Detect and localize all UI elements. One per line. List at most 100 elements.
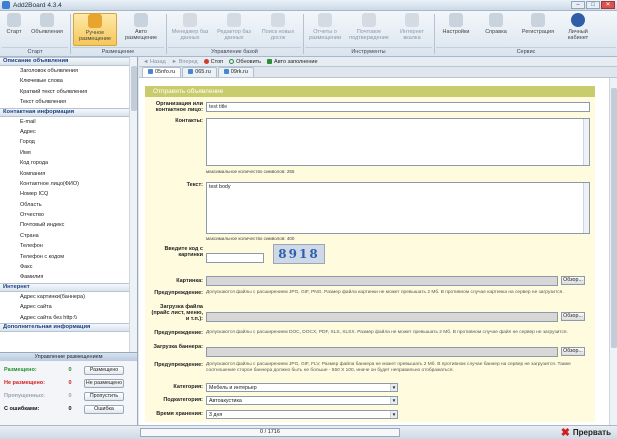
list-item[interactable]: Ключевые слова xyxy=(0,76,137,86)
refresh-icon xyxy=(229,58,235,64)
stop-button[interactable]: Стоп xyxy=(203,58,223,65)
list-item[interactable]: Адрес картинки(баннера) xyxy=(0,292,137,302)
tab-site-2[interactable]: 065.ru xyxy=(182,67,217,77)
warning3-text: Допускаются файлы с расширением JPG, GIF… xyxy=(206,362,571,373)
list-item[interactable]: Текст объявления xyxy=(0,97,137,107)
reports-icon xyxy=(318,13,332,27)
ribbon-manual-post-button[interactable]: Ручное размещение xyxy=(73,13,117,46)
warning1-label: Предупреждение: xyxy=(154,290,203,296)
chevron-down-icon: ▼ xyxy=(390,397,397,404)
list-item[interactable]: Заголовок объявления xyxy=(0,66,137,76)
list-item[interactable]: Отчество xyxy=(0,210,137,220)
storage-select[interactable]: 3 дня ▼ xyxy=(206,410,398,419)
site-favicon-icon xyxy=(148,69,153,75)
abort-button[interactable]: ✖ Прервать xyxy=(561,426,611,439)
back-button[interactable]: ◄ Назад xyxy=(143,59,166,65)
list-item[interactable]: Краткий текст объявления xyxy=(0,87,137,97)
app-icon xyxy=(2,1,10,9)
db-editor-icon xyxy=(227,13,241,27)
file-browse-button[interactable]: Обзор... xyxy=(561,312,585,321)
org-input[interactable]: test title xyxy=(206,102,590,112)
price-file-input[interactable] xyxy=(206,312,558,322)
list-item[interactable]: Контактное лицо(ФИО) xyxy=(0,179,137,189)
list-item[interactable]: Фамилия xyxy=(0,272,137,282)
ribbon-mail-confirm-button[interactable]: Почтовое подтверждение xyxy=(346,13,392,46)
posted-button[interactable]: Размещено xyxy=(84,365,124,375)
key-icon xyxy=(531,13,545,27)
banner-file-input[interactable] xyxy=(206,347,558,357)
ribbon-reports-button[interactable]: Отчеты о размещении xyxy=(306,13,344,46)
ribbon-account-button[interactable]: Личный кабинет xyxy=(564,13,592,46)
browser-scrollbar[interactable] xyxy=(609,78,617,425)
captcha-input[interactable] xyxy=(206,253,264,263)
ribbon-settings-button[interactable]: Настройки xyxy=(438,13,474,46)
maximize-button[interactable]: □ xyxy=(586,1,600,9)
status-row-skipped: Пропущенных: 0 Пропустить xyxy=(4,391,134,401)
browser-nav-bar: ◄ Назад ► Вперед Стоп Обновить Авто запо… xyxy=(139,57,617,67)
tab-site-3[interactable]: 09rk.ru xyxy=(217,67,254,77)
list-item[interactable]: E-mail xyxy=(0,117,137,127)
error-button[interactable]: Ошибка xyxy=(84,404,124,414)
warning3-label: Предупреждение: xyxy=(154,362,203,368)
ribbon-register-button[interactable]: Регистрация xyxy=(518,13,558,46)
list-item[interactable]: Имя xyxy=(0,148,137,158)
list-item[interactable]: Адрес сайта без http:\\ xyxy=(0,313,137,323)
ribbon-find-boards-button[interactable]: Поиск новых досок xyxy=(258,13,298,46)
subcategory-select[interactable]: Автоакустика ▼ xyxy=(206,396,398,405)
list-item[interactable]: Область xyxy=(0,200,137,210)
banner-browse-button[interactable]: Обзор... xyxy=(561,347,585,356)
ribbon-auto-post-button[interactable]: Авто размещение xyxy=(120,13,162,46)
ribbon-db-editor-button[interactable]: Редактор баз данных xyxy=(214,13,254,46)
list-item[interactable]: Факс xyxy=(0,262,137,272)
autofill-button[interactable]: Авто заполнение xyxy=(267,59,318,65)
image-label: Картинка: xyxy=(176,278,203,284)
forward-button[interactable]: ► Вперед xyxy=(172,59,198,65)
status-row-not-posted: Не размещено: 0 Не размещено xyxy=(4,378,124,388)
category-select[interactable]: Мебель и интерьер ▼ xyxy=(206,383,398,392)
contacts-label: Контакты: xyxy=(175,118,203,124)
text-textarea[interactable]: test body xyxy=(206,182,590,234)
close-button[interactable]: ✕ xyxy=(601,1,615,9)
list-item[interactable]: Телефон xyxy=(0,241,137,251)
ribbon-internet-tab-button[interactable]: Интернет вкалка xyxy=(394,13,430,46)
image-browse-button[interactable]: Обзор... xyxy=(561,276,585,285)
group-start: Старт xyxy=(2,47,68,56)
list-item[interactable]: Номер ICQ xyxy=(0,189,137,199)
contacts-textarea[interactable] xyxy=(206,118,590,166)
stop-icon xyxy=(203,58,209,64)
ribbon-ads-button[interactable]: Объявления xyxy=(27,13,67,46)
list-item[interactable]: Город xyxy=(0,137,137,147)
text-label: Текст: xyxy=(186,182,203,188)
section-contact-info[interactable]: Контактная информация⇑ xyxy=(0,107,137,117)
list-item[interactable]: Компания xyxy=(0,169,137,179)
list-item[interactable]: Адрес xyxy=(0,127,137,137)
close-icon: ✖ xyxy=(560,427,570,439)
file-label: Загрузка файла (прайс лист, меню, и т.п.… xyxy=(151,304,204,322)
db-manager-icon xyxy=(183,13,197,27)
list-item[interactable]: Адрес сайта xyxy=(0,302,137,312)
warning1-text: Допускаются файлы с расширением JPG, GIF… xyxy=(206,290,564,295)
form-header: Отправить объявление xyxy=(145,86,595,97)
list-item[interactable]: Код города xyxy=(0,158,137,168)
not-posted-button[interactable]: Не размещено xyxy=(84,378,124,388)
minimize-button[interactable]: – xyxy=(571,1,585,9)
chevron-down-icon: ▼ xyxy=(390,384,397,391)
captcha-image: 8918 xyxy=(273,244,325,264)
skip-button[interactable]: Пропустить xyxy=(84,391,124,401)
status-row-errors: С ошибками: 0 Ошибка xyxy=(4,404,134,414)
tab-site-1[interactable]: 05nfo.ru xyxy=(142,67,182,77)
sidebar-scrollbar[interactable] xyxy=(129,57,137,352)
section-additional-info[interactable]: Дополнительная информация⇑ xyxy=(0,322,137,332)
refresh-button[interactable]: Обновить xyxy=(229,59,261,65)
ribbon-db-manager-button[interactable]: Менеджер баз данных xyxy=(170,13,210,46)
ribbon-help-button[interactable]: Справка xyxy=(478,13,514,46)
list-item[interactable]: Почтовый индекс xyxy=(0,220,137,230)
list-item[interactable]: Телефон с кодом xyxy=(0,252,137,262)
ribbon-start-button[interactable]: Старт xyxy=(3,13,25,46)
warning2-text: Допускаются файлы с расширением DOC, DOC… xyxy=(206,330,568,335)
internet-icon xyxy=(405,13,419,27)
image-file-input[interactable] xyxy=(206,276,558,286)
section-internet[interactable]: Интернет⇑ xyxy=(0,282,137,292)
list-item[interactable]: Страна xyxy=(0,231,137,241)
section-ad-description[interactable]: Описание объявления⇑ xyxy=(0,57,137,66)
